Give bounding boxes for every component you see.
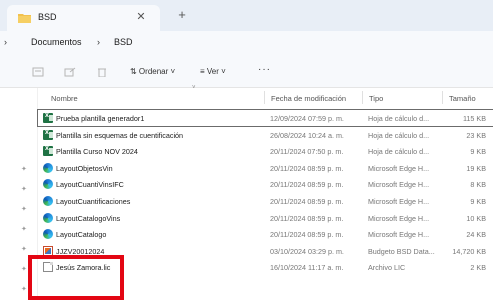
- file-row[interactable]: LayoutCatalogoVins 20/11/2024 08:59 p. m.…: [38, 210, 493, 226]
- file-size: 9 KB: [470, 197, 486, 206]
- file-row[interactable]: LayoutObjetosVin 20/11/2024 08:59 p. m. Mi…: [38, 160, 493, 176]
- sort-caret-icon: ˅: [192, 85, 196, 91]
- file-size: 19 KB: [466, 163, 486, 173]
- file-name: LayoutCatalogo: [56, 230, 107, 240]
- file-size: 115 KB: [462, 114, 486, 123]
- file-name: Plantilla sin esquemas de cuentificación: [56, 130, 184, 140]
- file-type: Microsoft Edge H...: [368, 213, 430, 223]
- excel-icon: [43, 129, 53, 140]
- file-type: Microsoft Edge H...: [368, 230, 430, 240]
- file-list-header: Nombre ˅ Fecha de modificación Tipo Tama…: [38, 85, 493, 108]
- file-date: 16/10/2024 11:17 a. m.: [270, 263, 344, 273]
- share-icon[interactable]: [64, 67, 76, 77]
- file-size: 2 KB: [470, 263, 486, 273]
- close-tab-icon[interactable]: ✕: [134, 10, 148, 24]
- file-name: LayoutCatalogoVins: [56, 213, 121, 223]
- pin-icon[interactable]: ✦: [21, 186, 29, 194]
- excel-icon: [43, 145, 53, 157]
- column-header-size[interactable]: Tamaño: [449, 94, 476, 103]
- highlight-box: [28, 255, 124, 300]
- file-type: Archivo LIC: [368, 263, 406, 273]
- edge-icon: [43, 229, 53, 240]
- file-date: 20/11/2024 08:59 p. m.: [270, 230, 344, 240]
- file-date: 20/11/2024 07:50 p. m.: [270, 147, 344, 157]
- tab-title: BSD: [38, 12, 57, 22]
- file-size: 8 KB: [470, 180, 486, 190]
- view-button[interactable]: ≡ Ver ˅: [200, 67, 226, 76]
- file-size: 9 KB: [470, 147, 486, 157]
- file-row[interactable]: LayoutCatalogo 20/11/2024 08:59 p. m. Micr…: [38, 226, 493, 242]
- pin-icon[interactable]: ✦: [21, 166, 29, 174]
- file-size: 23 KB: [466, 130, 486, 140]
- column-header-date[interactable]: Fecha de modificación: [271, 94, 346, 103]
- edge-icon: [43, 179, 53, 190]
- edge-icon: [43, 162, 53, 173]
- file-row[interactable]: Prueba plantilla generador1 12/09/2024 07…: [37, 109, 493, 127]
- file-name: LayoutCuantificaciones: [56, 197, 131, 206]
- column-divider[interactable]: [264, 91, 265, 104]
- file-type: Microsoft Edge H...: [368, 197, 430, 206]
- file-date: 20/11/2024 08:59 p. m.: [270, 163, 344, 173]
- file-row[interactable]: LayoutCuantiVinsIFC 20/11/2024 08:59 p. m…: [38, 176, 493, 192]
- file-row[interactable]: LayoutCuantificaciones 20/11/2024 08:59 p…: [38, 193, 493, 209]
- edge-icon: [43, 212, 53, 223]
- file-size: 10 KB: [466, 213, 486, 223]
- file-name: Plantilla Curso NOV 2024: [56, 147, 138, 157]
- file-type: Hoja de cálculo d...: [368, 130, 430, 140]
- file-type: Hoja de cálculo d...: [368, 114, 430, 123]
- file-name: LayoutCuantiVinsIFC: [56, 180, 124, 190]
- file-date: 20/11/2024 08:59 p. m.: [270, 213, 344, 223]
- address-bar: › Documentos › BSD: [0, 31, 493, 56]
- new-tab-icon[interactable]: +: [175, 8, 189, 23]
- file-date: 03/10/2024 03:29 p. m.: [270, 246, 344, 256]
- file-date: 20/11/2024 08:59 p. m.: [270, 180, 344, 190]
- file-type: Microsoft Edge H...: [368, 180, 430, 190]
- pin-icon[interactable]: ✦: [21, 226, 29, 234]
- file-date: 26/08/2024 10:24 a. m.: [270, 130, 344, 140]
- file-date: 12/09/2024 07:59 p. m.: [270, 114, 344, 123]
- pin-icon[interactable]: ✦: [21, 206, 29, 214]
- file-size: 24 KB: [466, 230, 486, 240]
- command-toolbar: ⇅ Ordenar ˅ ≡ Ver ˅ ···: [0, 56, 493, 88]
- file-row[interactable]: Plantilla Curso NOV 2024 20/11/2024 07:50…: [38, 143, 493, 159]
- column-header-type[interactable]: Tipo: [369, 94, 383, 103]
- file-type: Budgeto BSD Data...: [368, 246, 435, 256]
- delete-icon[interactable]: [96, 67, 108, 77]
- pin-icon[interactable]: ✦: [21, 246, 29, 254]
- breadcrumb-documentos[interactable]: Documentos: [31, 37, 82, 47]
- sort-button[interactable]: ⇅ Ordenar ˅: [130, 67, 175, 76]
- file-type: Microsoft Edge H...: [368, 163, 430, 173]
- file-row[interactable]: Plantilla sin esquemas de cuentificación…: [38, 127, 493, 143]
- excel-icon: [43, 112, 53, 123]
- cut-icon[interactable]: [32, 67, 44, 77]
- file-name: LayoutObjetosVin: [56, 163, 113, 173]
- breadcrumb-bsd[interactable]: BSD: [114, 37, 133, 47]
- breadcrumb-separator-icon[interactable]: ›: [97, 37, 100, 47]
- file-size: 14,720 KB: [452, 246, 486, 256]
- breadcrumb-chevron-icon[interactable]: ›: [4, 37, 7, 47]
- edge-icon: [43, 196, 53, 206]
- more-options-button[interactable]: ···: [258, 64, 271, 75]
- column-header-name[interactable]: Nombre: [51, 94, 78, 103]
- file-date: 20/11/2024 08:59 p. m.: [270, 197, 344, 206]
- column-divider[interactable]: [362, 91, 363, 104]
- tab-bar: BSD ✕ +: [0, 0, 493, 31]
- folder-icon: [18, 14, 31, 23]
- tab-bsd[interactable]: BSD ✕: [7, 5, 160, 31]
- column-divider[interactable]: [442, 91, 443, 104]
- file-type: Hoja de cálculo d...: [368, 147, 430, 157]
- file-name: Prueba plantilla generador1: [56, 114, 145, 123]
